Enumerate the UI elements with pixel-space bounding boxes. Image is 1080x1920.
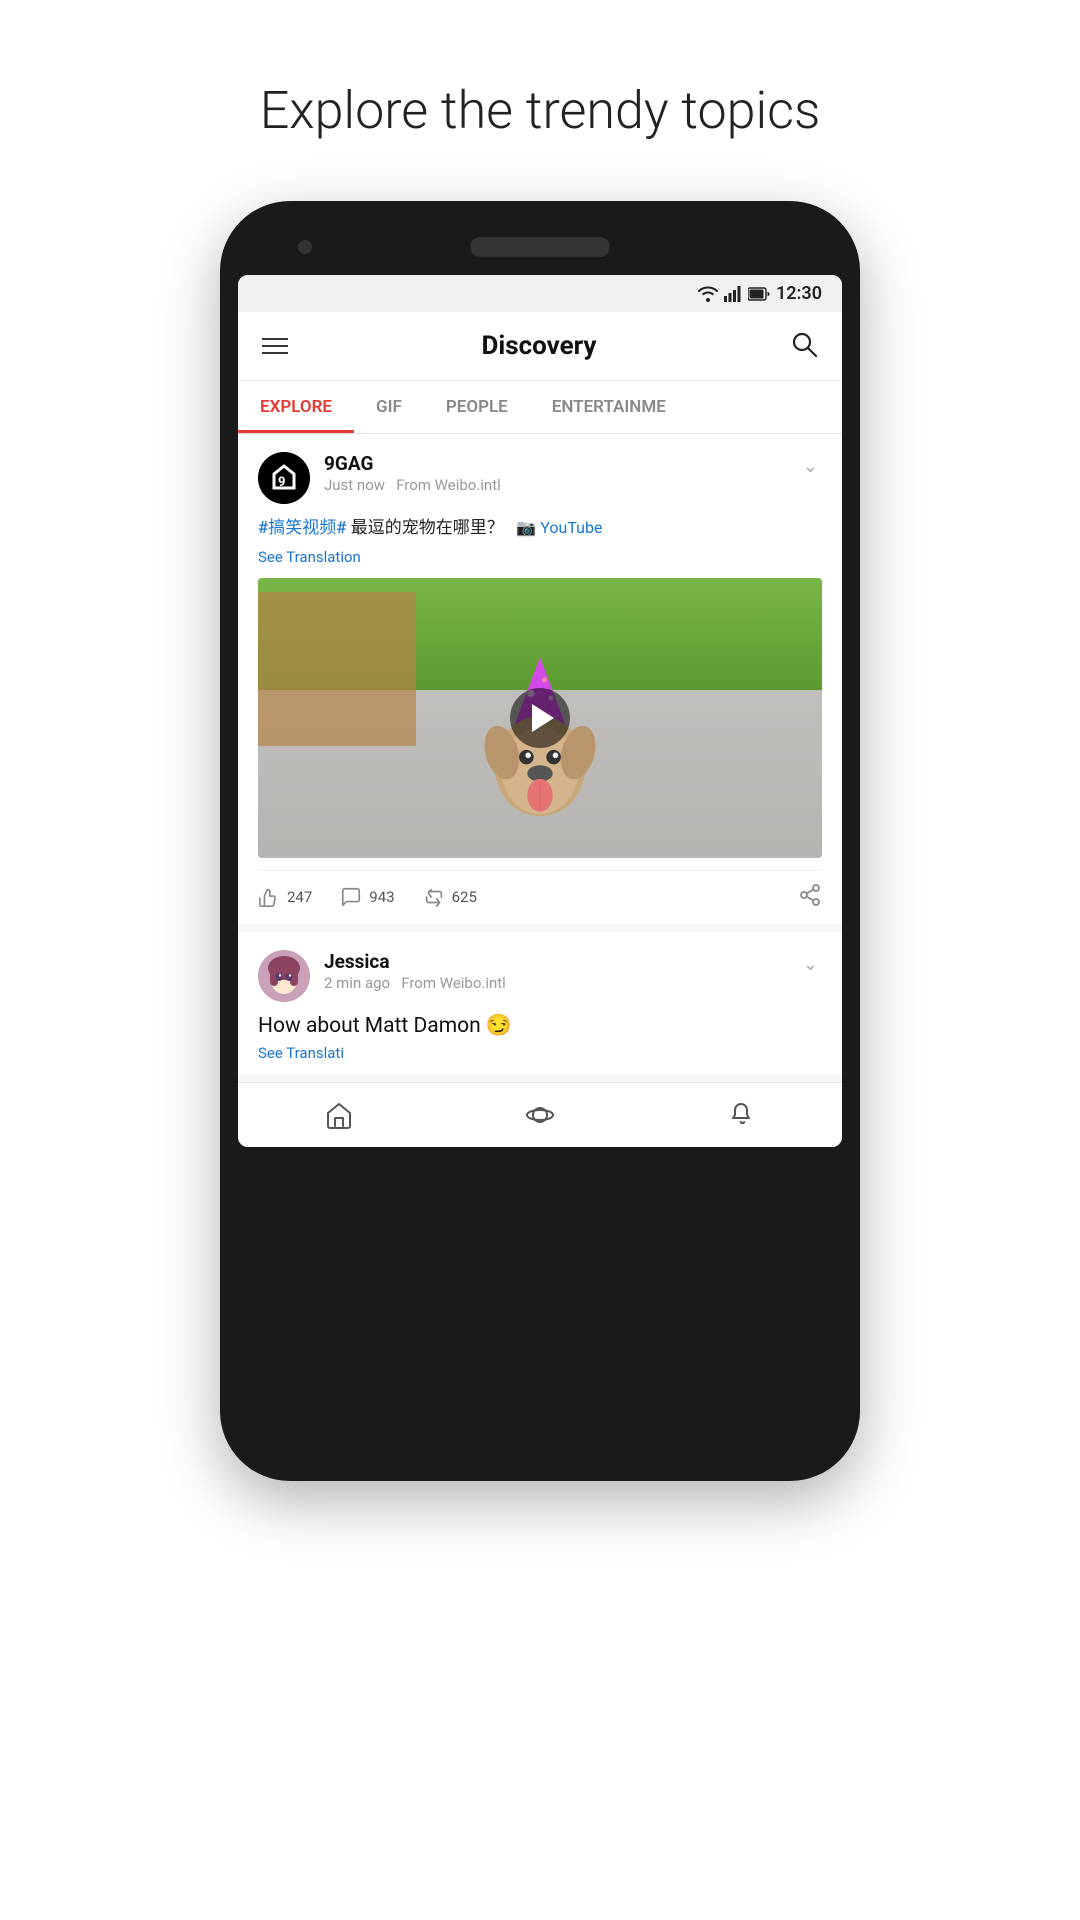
phone-frame: 12:30 Discovery EXPLORE GIF PEOPLE E <box>220 201 860 1481</box>
post-meta-jessica: Jessica 2 min ago From Weibo.intl <box>324 950 799 992</box>
video-play-button[interactable] <box>510 688 570 748</box>
like-button[interactable]: 247 <box>258 886 312 908</box>
page-title: Explore the trendy topics <box>260 80 821 141</box>
tab-people[interactable]: PEOPLE <box>424 381 530 433</box>
comment-count: 943 <box>369 888 394 906</box>
notifications-icon <box>727 1101 755 1129</box>
video-thumbnail[interactable] <box>258 578 822 858</box>
like-icon <box>258 886 280 908</box>
bottom-nav-notifications[interactable] <box>641 1095 842 1135</box>
share-button[interactable] <box>798 883 822 912</box>
jessica-from: From Weibo.intl <box>401 974 506 992</box>
phone-speaker <box>470 237 610 257</box>
jessica-timestamp: 2 min ago <box>324 974 390 992</box>
phone-camera <box>298 240 312 254</box>
jessica-avatar <box>258 950 310 1002</box>
jessica-author: Jessica <box>324 950 799 973</box>
post-timestamp: Just now <box>324 476 385 494</box>
search-button[interactable] <box>790 330 818 362</box>
home-icon <box>325 1101 353 1129</box>
phone-screen: 12:30 Discovery EXPLORE GIF PEOPLE E <box>238 275 842 1147</box>
phone-top-bar <box>238 229 842 275</box>
jessica-source: 2 min ago From Weibo.intl <box>324 974 506 992</box>
post-menu-chevron[interactable]: ⌄ <box>799 452 822 481</box>
like-count: 247 <box>287 888 312 906</box>
jessica-post-content: How about Matt Damon 😏 See Translati <box>258 1014 822 1062</box>
hamburger-menu-icon[interactable] <box>262 338 288 354</box>
jessica-post-text: How about Matt Damon 😏 <box>258 1014 822 1038</box>
bottom-navigation <box>238 1082 842 1147</box>
status-bar: 12:30 <box>238 275 842 312</box>
wifi-icon <box>698 286 718 302</box>
repost-button[interactable]: 625 <box>423 886 477 908</box>
repost-icon <box>423 886 445 908</box>
post-header: 9 9GAG Just now From Weibo.intl ⌄ <box>258 452 822 504</box>
nav-title: Discovery <box>288 331 790 361</box>
bottom-nav-home[interactable] <box>238 1095 439 1135</box>
post-text-body: 最逗的宠物在哪里？ <box>351 518 504 538</box>
battery-icon <box>748 287 770 301</box>
dog-illustration <box>460 648 620 848</box>
tabs-bar: EXPLORE GIF PEOPLE ENTERTAINME <box>238 381 842 434</box>
comment-icon <box>340 886 362 908</box>
avatar: 9 <box>258 452 310 504</box>
youtube-link[interactable]: 📷 YouTube <box>516 518 602 537</box>
bottom-nav-discover[interactable] <box>439 1095 640 1135</box>
youtube-video-icon: 📷 <box>516 518 536 537</box>
post-text: #搞笑视频# 最逗的宠物在哪里？ 📷 YouTube <box>258 516 822 542</box>
post-card-jessica: Jessica 2 min ago From Weibo.intl ⌄ How … <box>238 932 842 1082</box>
post-content: #搞笑视频# 最逗的宠物在哪里？ 📷 YouTube See Translati… <box>258 516 822 566</box>
post-from: From Weibo.intl <box>396 476 501 494</box>
comment-button[interactable]: 943 <box>340 886 394 908</box>
post-actions: 247 943 <box>258 870 822 924</box>
svg-text:9: 9 <box>278 475 285 490</box>
status-icons: 12:30 <box>698 283 822 304</box>
play-triangle-icon <box>532 704 554 732</box>
repost-count: 625 <box>452 888 477 906</box>
tab-gif[interactable]: GIF <box>354 381 424 433</box>
feed: 9 9GAG Just now From Weibo.intl ⌄ <box>238 434 842 1082</box>
see-translation-link[interactable]: See Translation <box>258 548 822 566</box>
post-card: 9 9GAG Just now From Weibo.intl ⌄ <box>238 434 842 932</box>
jessica-post-menu-chevron[interactable]: ⌄ <box>799 950 822 979</box>
navigation-bar: Discovery <box>238 312 842 381</box>
post-meta: 9GAG Just now From Weibo.intl <box>324 452 799 494</box>
post-header-jessica: Jessica 2 min ago From Weibo.intl ⌄ <box>258 950 822 1002</box>
post-author: 9GAG <box>324 452 799 475</box>
hashtag[interactable]: #搞笑视频# <box>258 518 347 538</box>
jessica-see-translation[interactable]: See Translati <box>258 1044 822 1062</box>
tab-entertainment[interactable]: ENTERTAINME <box>530 381 688 433</box>
status-time: 12:30 <box>776 283 822 304</box>
tab-explore[interactable]: EXPLORE <box>238 381 354 433</box>
signal-icon <box>724 286 742 302</box>
discover-planet-icon <box>526 1101 554 1129</box>
post-source: Just now From Weibo.intl <box>324 476 501 494</box>
share-icon <box>798 883 822 907</box>
